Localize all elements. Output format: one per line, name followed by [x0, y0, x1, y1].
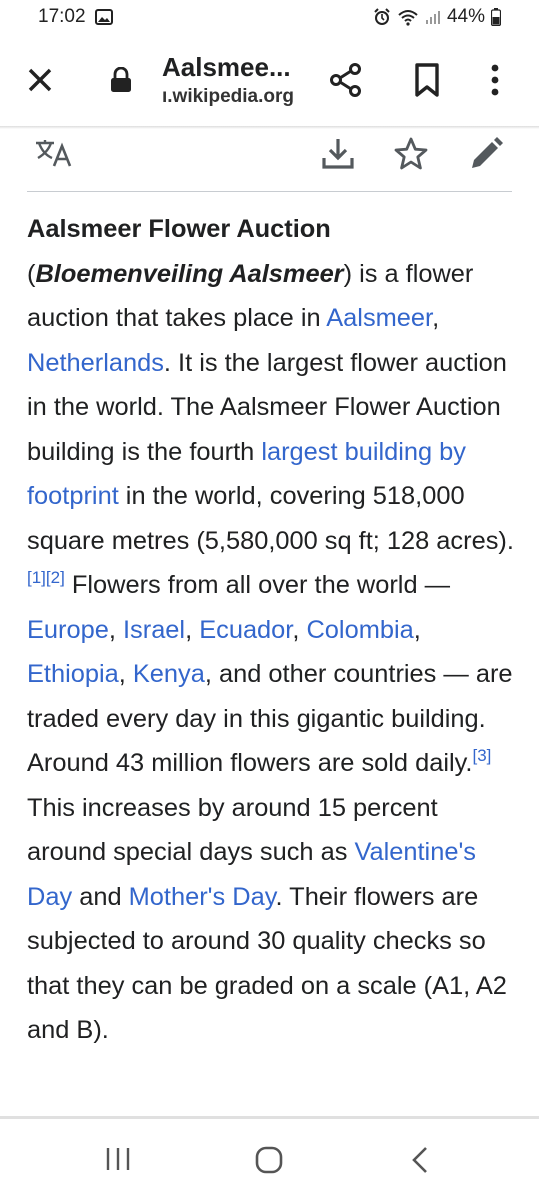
gallery-notification-icon: [95, 9, 113, 25]
back-icon[interactable]: [410, 1146, 430, 1174]
status-bar: 17:02 44%: [0, 0, 539, 34]
recent-apps-icon[interactable]: [105, 1146, 131, 1172]
link-ecuador[interactable]: Ecuador: [199, 616, 292, 644]
browser-toolbar: Aalsmee... ı.wikipedia.org: [0, 34, 539, 126]
native-name: Bloemenveiling Aalsmeer: [35, 259, 344, 288]
link-europe[interactable]: Europe: [27, 616, 109, 644]
wifi-icon: [397, 8, 419, 26]
share-icon[interactable]: [328, 62, 364, 98]
status-time: 17:02: [38, 6, 86, 27]
page-title-area[interactable]: Aalsmee... ı.wikipedia.org: [162, 52, 312, 108]
home-icon[interactable]: [255, 1146, 283, 1174]
reference-2[interactable]: [2]: [46, 568, 65, 587]
watch-star-icon[interactable]: [393, 136, 429, 172]
page-actions-bar: [0, 130, 539, 190]
link-kenya[interactable]: Kenya: [133, 660, 205, 688]
edit-pencil-icon[interactable]: [468, 136, 504, 172]
article-body: Aalsmeer Flower Auction (Bloemenveiling A…: [27, 215, 514, 1044]
link-aalsmeer[interactable]: Aalsmeer: [326, 304, 432, 332]
link-mothers-day[interactable]: Mother's Day: [129, 883, 276, 911]
status-right-group: 44%: [373, 6, 501, 28]
battery-percent: 44%: [446, 6, 485, 27]
article-text: and: [72, 882, 129, 911]
link-colombia[interactable]: Colombia: [306, 616, 413, 644]
nav-separator: [0, 1116, 539, 1119]
battery-icon: [491, 8, 501, 26]
article-title-bold: Aalsmeer Flower Auction: [27, 215, 331, 243]
article-text: ,: [432, 304, 440, 332]
language-icon[interactable]: [34, 138, 74, 168]
article-text: Flowers from all over the world —: [64, 571, 451, 599]
download-icon[interactable]: [320, 136, 356, 172]
link-israel[interactable]: Israel: [123, 616, 185, 644]
page-url: ı.wikipedia.org: [162, 86, 294, 107]
link-ethiopia[interactable]: Ethiopia: [27, 660, 119, 688]
lock-icon[interactable]: [110, 67, 132, 93]
section-divider: [27, 191, 512, 192]
page-title: Aalsmee...: [162, 52, 291, 82]
toolbar-shadow: [0, 126, 539, 129]
signal-icon: [425, 9, 441, 25]
close-icon[interactable]: [24, 64, 56, 96]
reference-1[interactable]: [1]: [27, 568, 46, 587]
more-options-icon[interactable]: [490, 62, 500, 98]
alarm-icon: [373, 8, 391, 26]
link-netherlands[interactable]: Netherlands: [27, 349, 164, 377]
system-nav-bar: [0, 1120, 539, 1200]
bookmark-icon[interactable]: [412, 62, 442, 98]
reference-3[interactable]: [3]: [473, 746, 492, 765]
